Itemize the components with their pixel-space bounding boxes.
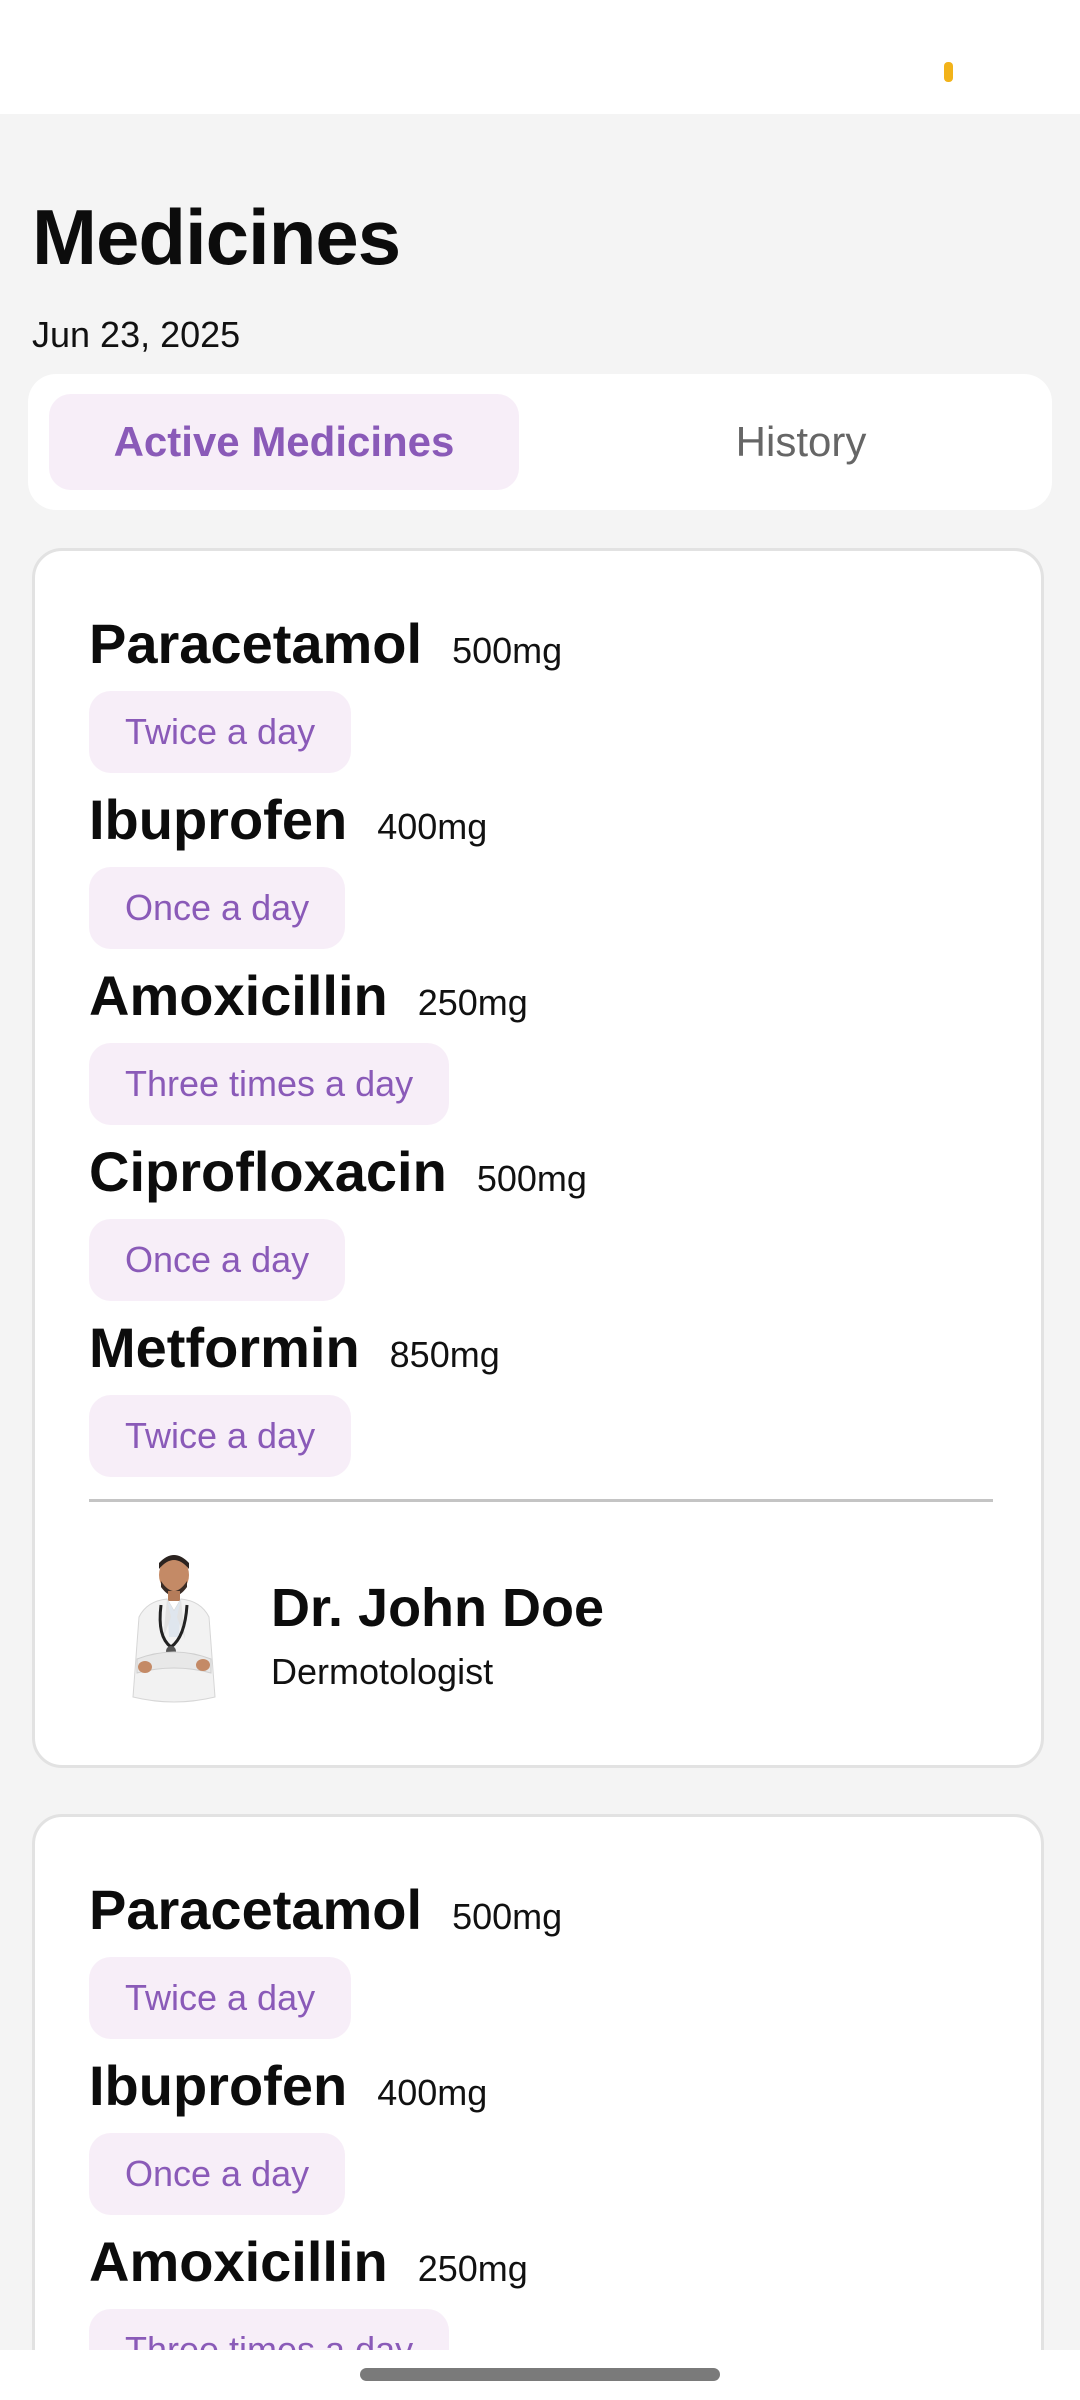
medicine-name: Amoxicillin [89, 964, 388, 1027]
doctor-name: Dr. John Doe [271, 1578, 605, 1638]
medicine-name: Ciprofloxacin [89, 1140, 447, 1203]
medicine-name: Paracetamol [89, 612, 423, 675]
system-navigation-bar [0, 2350, 1080, 2400]
medicine-dose: 500mg [476, 1158, 587, 1199]
medicine-dose: 500mg [452, 630, 563, 671]
frequency-chip: Once a day [89, 1219, 346, 1301]
tab-active-medicines[interactable]: Active Medicines [49, 394, 519, 490]
medicine-item: Paracetamol 500mg Twice a day [89, 1877, 989, 2053]
medicine-list: Paracetamol 500mg Twice a day Ibuprofen … [89, 1877, 989, 2350]
medicine-dose: 250mg [417, 982, 528, 1023]
frequency-chip: Three times a day [89, 2309, 450, 2350]
frequency-chip: Twice a day [89, 691, 352, 773]
prescription-card[interactable]: Paracetamol 500mg Twice a day Ibuprofen … [32, 548, 1044, 1768]
medicine-dose: 500mg [452, 1896, 563, 1937]
tab-history[interactable]: History [566, 394, 1036, 490]
medicine-name: Amoxicillin [89, 2230, 388, 2293]
medicine-dose: 250mg [417, 2248, 528, 2289]
medicine-dose: 850mg [389, 1334, 500, 1375]
medicine-item: Metformin 850mg Twice a day [89, 1315, 989, 1491]
doctor-info: Dr. John Doe Dermotologist [89, 1541, 989, 1721]
prescription-card[interactable]: Paracetamol 500mg Twice a day Ibuprofen … [32, 1814, 1044, 2350]
page-title: Medicines [32, 193, 401, 281]
frequency-chip: Twice a day [89, 1395, 352, 1477]
medicine-item: Ibuprofen 400mg Once a day [89, 787, 989, 963]
medicine-name: Metformin [89, 1316, 360, 1379]
medicine-name: Ibuprofen [89, 788, 348, 851]
doctor-specialty: Dermotologist [271, 1651, 494, 1692]
medicines-page: Medicines Jun 23, 2025 Active Medicines … [0, 114, 1080, 2350]
frequency-chip: Three times a day [89, 1043, 450, 1125]
frequency-chip: Once a day [89, 867, 346, 949]
medicine-item: Amoxicillin 250mg Three times a day [89, 2229, 989, 2350]
medicine-list: Paracetamol 500mg Twice a day Ibuprofen … [89, 611, 989, 1491]
frequency-chip: Twice a day [89, 1957, 352, 2039]
doctor-avatar [132, 1555, 216, 1703]
medicine-item: Amoxicillin 250mg Three times a day [89, 963, 989, 1139]
medicine-dose: 400mg [377, 2072, 488, 2113]
page-date: Jun 23, 2025 [32, 314, 241, 355]
tab-bar: Active Medicines History [28, 374, 1052, 510]
medicine-name: Paracetamol [89, 1878, 423, 1941]
divider [89, 1499, 993, 1502]
medicine-item: Ibuprofen 400mg Once a day [89, 2053, 989, 2229]
frequency-chip: Once a day [89, 2133, 346, 2215]
medicine-dose: 400mg [377, 806, 488, 847]
medicine-item: Ciprofloxacin 500mg Once a day [89, 1139, 989, 1315]
status-bar [0, 0, 1080, 114]
medicine-item: Paracetamol 500mg Twice a day [89, 611, 989, 787]
home-indicator[interactable] [360, 2368, 720, 2381]
status-indicator-dot [944, 62, 953, 82]
medicine-name: Ibuprofen [89, 2054, 348, 2117]
